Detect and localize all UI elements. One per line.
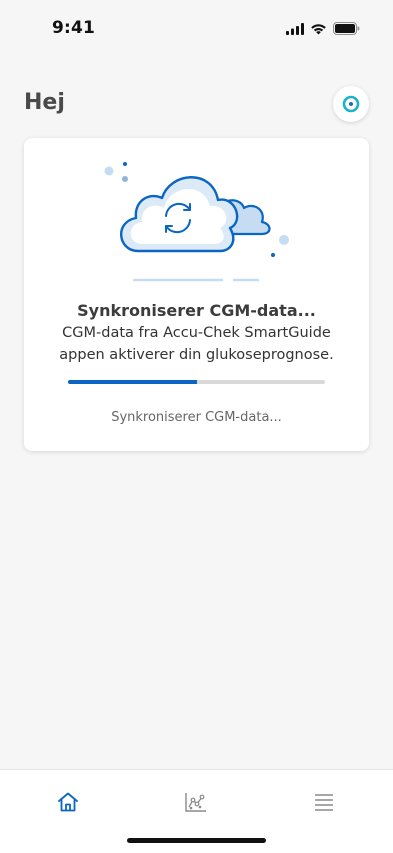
sync-card: Synkroniserer CGM-data... CGM-data fra A… (24, 138, 369, 451)
home-indicator (127, 838, 266, 843)
chart-icon (185, 793, 206, 812)
status-bar: 9:41 (0, 0, 393, 54)
profile-button[interactable] (333, 86, 369, 122)
cloud-sync-icon (104, 162, 289, 282)
tab-menu[interactable] (304, 788, 344, 816)
home-icon (58, 792, 78, 812)
status-icons (286, 22, 360, 35)
tab-chart[interactable] (176, 788, 216, 816)
progress-bar (68, 380, 325, 384)
profile-ring-icon (342, 95, 360, 113)
status-time: 9:41 (52, 18, 96, 38)
progress-status: Synkroniserer CGM-data... (111, 410, 282, 425)
menu-icon (315, 794, 333, 811)
page-title: Hej (24, 90, 65, 115)
wifi-icon (311, 23, 326, 34)
battery-icon (333, 22, 360, 35)
progress-fill (68, 380, 197, 384)
card-title: Synkroniserer CGM-data... (77, 301, 316, 320)
header: Hej (0, 84, 393, 128)
tab-home[interactable] (48, 788, 88, 816)
cellular-signal-icon (286, 22, 304, 35)
card-description: CGM-data fra Accu-Chek SmartGuide appen … (59, 325, 334, 363)
